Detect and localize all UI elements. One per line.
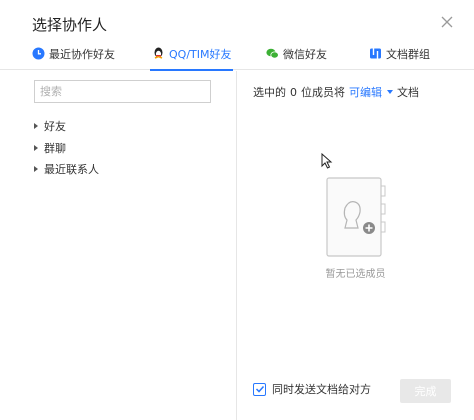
empty-member-icon — [326, 177, 386, 257]
selected-count: 0 — [290, 85, 297, 99]
tab-label: 文档群组 — [386, 48, 430, 61]
collaborator-dialog: 选择协作人 最近协作好友 QQ/TIM好友 微信好友 文档群组 搜索 好友 群聊… — [0, 0, 474, 420]
permission-label: 可编辑 — [349, 86, 382, 99]
wechat-icon — [266, 48, 279, 59]
empty-state-text: 暂无已选成员 — [325, 269, 386, 280]
permission-dropdown[interactable]: 可编辑 — [349, 84, 393, 100]
caret-right-icon — [34, 123, 38, 129]
tab-wechat[interactable]: 微信好友 — [266, 46, 327, 70]
tab-bar: 最近协作好友 QQ/TIM好友 微信好友 文档群组 — [0, 44, 474, 71]
mouse-cursor-icon — [321, 153, 333, 169]
contacts-panel: 好友 群聊 最近联系人 — [0, 71, 236, 420]
summary-suffix: 文档 — [397, 86, 419, 99]
selected-panel: 选中的 0 位成员将 可编辑 文档 暂无已选成员 同时发送文档给对方 完成 — [237, 71, 474, 420]
tree-item-friends[interactable]: 好友 — [34, 118, 66, 134]
group-icon — [370, 48, 381, 59]
done-button[interactable]: 完成 — [400, 379, 451, 403]
search-input[interactable] — [34, 80, 211, 103]
dialog-title: 选择协作人 — [32, 16, 108, 34]
close-icon[interactable] — [438, 13, 456, 31]
chevron-down-icon — [387, 90, 393, 94]
summary-prefix: 选中的 — [253, 86, 286, 99]
selection-summary: 选中的 0 位成员将 可编辑 文档 — [253, 84, 419, 100]
tab-recent[interactable]: 最近协作好友 — [32, 46, 115, 70]
tree-item-label: 最近联系人 — [44, 163, 99, 176]
checkbox-checked-icon — [253, 382, 266, 396]
tab-label: QQ/TIM好友 — [169, 48, 232, 61]
clock-icon — [32, 47, 45, 60]
summary-middle: 位成员将 — [301, 86, 345, 99]
tab-doc-group[interactable]: 文档群组 — [369, 46, 430, 70]
qq-penguin-icon — [154, 47, 163, 59]
tab-qq[interactable]: QQ/TIM好友 — [150, 46, 234, 71]
caret-right-icon — [34, 145, 38, 151]
tree-item-groups[interactable]: 群聊 — [34, 140, 66, 156]
send-document-label: 同时发送文档给对方 — [272, 383, 371, 396]
tree-item-label: 好友 — [44, 120, 66, 133]
send-document-checkbox[interactable]: 同时发送文档给对方 — [253, 381, 371, 397]
tab-label: 最近协作好友 — [49, 48, 115, 61]
tree-item-recent-contacts[interactable]: 最近联系人 — [34, 161, 99, 177]
tree-item-label: 群聊 — [44, 142, 66, 155]
tab-label: 微信好友 — [283, 48, 327, 61]
caret-right-icon — [34, 166, 38, 172]
